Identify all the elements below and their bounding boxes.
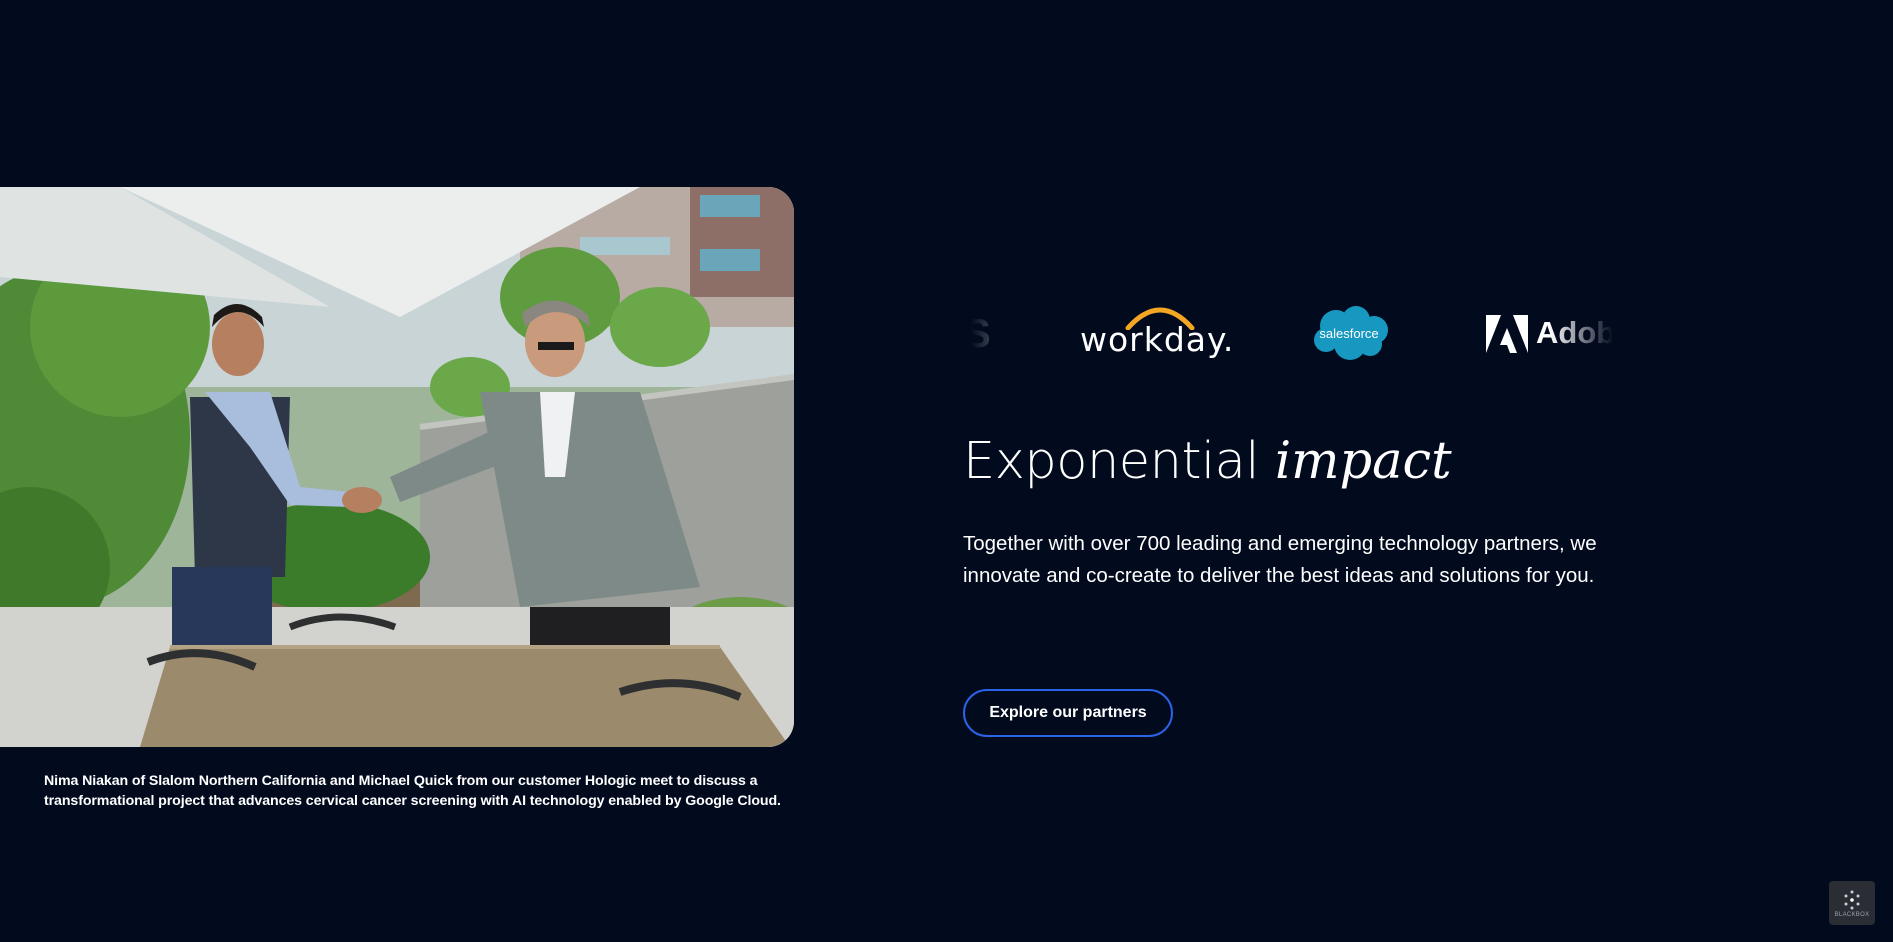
section-description: Together with over 700 leading and emerg… [963, 532, 1597, 587]
salesforce-logo: salesforce [1308, 296, 1398, 372]
heading-plain: Exponential [963, 432, 1260, 491]
heading-italic: impact [1274, 432, 1452, 491]
partner-logo-carousel: S workday. salesforce Adob [964, 296, 1620, 372]
section-heading: Exponential impact [963, 432, 1452, 492]
adobe-a-icon [1486, 315, 1528, 353]
adobe-logo: Adobe [1484, 296, 1620, 372]
page: Nima Niakan of Slalom Northern Californi… [0, 0, 1893, 942]
workday-logo: workday. [1080, 296, 1233, 372]
salesforce-logo-text: salesforce [1319, 326, 1379, 341]
dots-icon [1844, 890, 1860, 909]
aws-logo: S [964, 296, 1024, 372]
explore-partners-button[interactable]: Explore our partners [963, 689, 1173, 737]
workday-logo-text: workday. [1080, 320, 1235, 359]
aws-logo-text: S [964, 311, 991, 356]
blackbox-badge[interactable]: BLACKBOX [1829, 881, 1875, 925]
partner-handshake-photo [0, 187, 794, 747]
badge-label: BLACKBOX [1834, 911, 1870, 918]
photo-caption: Nima Niakan of Slalom Northern Californi… [44, 773, 781, 810]
adobe-logo-text: Adobe [1536, 315, 1620, 350]
